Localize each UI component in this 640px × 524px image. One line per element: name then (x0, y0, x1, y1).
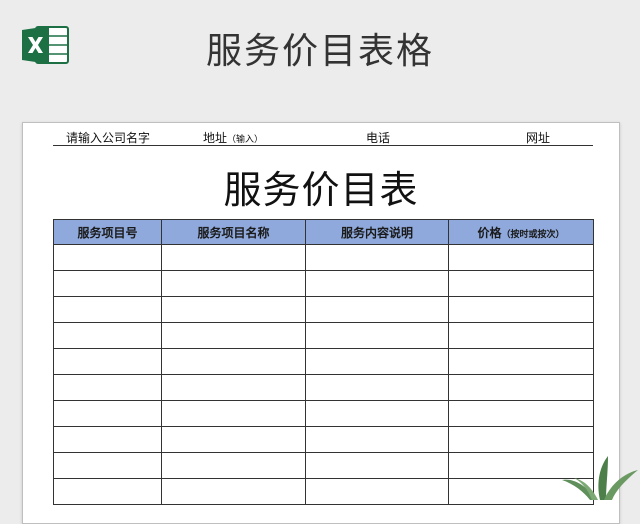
table-cell[interactable] (53, 270, 162, 297)
table-cell[interactable] (53, 400, 162, 427)
table-row (53, 348, 594, 375)
document-title: 服务价目表 (223, 168, 419, 212)
website-field[interactable]: 网址 (483, 129, 593, 146)
table-row (53, 270, 594, 297)
table-row (53, 244, 594, 271)
table-cell[interactable] (305, 426, 449, 453)
table-cell[interactable] (53, 426, 162, 453)
table-cell[interactable] (448, 426, 594, 453)
table-cell[interactable] (305, 400, 449, 427)
column-header-description: 服务内容说明 (305, 219, 449, 245)
table-header-row: 服务项目号 服务项目名称 服务内容说明 价格（按时或按次） (53, 219, 594, 245)
banner-title: 服务价目表格 (205, 31, 434, 72)
table-cell[interactable] (448, 374, 594, 401)
table-cell[interactable] (448, 270, 594, 297)
table-cell[interactable] (448, 296, 594, 323)
table-cell[interactable] (161, 244, 306, 271)
header-info-row: 请输入公司名字 地址（输入） 电话 网址 (53, 129, 593, 146)
column-header-price: 价格（按时或按次） (448, 219, 594, 245)
company-name-field[interactable]: 请输入公司名字 (53, 129, 163, 146)
table-cell[interactable] (161, 296, 306, 323)
table-cell[interactable] (305, 244, 449, 271)
table-cell[interactable] (53, 478, 162, 505)
table-cell[interactable] (305, 322, 449, 349)
table-cell[interactable] (161, 478, 306, 505)
phone-field[interactable]: 电话 (323, 129, 433, 146)
table-row (53, 452, 594, 479)
table-cell[interactable] (161, 452, 306, 479)
table-cell[interactable] (161, 400, 306, 427)
table-cell[interactable] (448, 400, 594, 427)
table-row (53, 478, 594, 505)
column-header-item-number: 服务项目号 (53, 219, 162, 245)
table-cell[interactable] (305, 452, 449, 479)
table-cell[interactable] (161, 348, 306, 375)
table-row (53, 426, 594, 453)
address-field[interactable]: 地址（输入） (163, 129, 303, 146)
table-cell[interactable] (305, 296, 449, 323)
price-table: 服务项目号 服务项目名称 服务内容说明 价格（按时或按次） (53, 219, 594, 505)
table-cell[interactable] (161, 426, 306, 453)
table-cell[interactable] (305, 270, 449, 297)
table-row (53, 296, 594, 323)
table-row (53, 322, 594, 349)
spreadsheet-page: 请输入公司名字 地址（输入） 电话 网址 服务价目表 服务项目号 服务项目名称 … (22, 122, 620, 524)
table-cell[interactable] (305, 478, 449, 505)
address-hint: （输入） (227, 135, 264, 145)
table-cell[interactable] (161, 374, 306, 401)
plant-icon (562, 456, 638, 500)
table-cell[interactable] (305, 374, 449, 401)
table-cell[interactable] (53, 452, 162, 479)
table-cell[interactable] (53, 296, 162, 323)
table-cell[interactable] (53, 322, 162, 349)
table-cell[interactable] (53, 374, 162, 401)
table-cell[interactable] (305, 348, 449, 375)
table-cell[interactable] (161, 270, 306, 297)
address-label: 地址 (202, 131, 227, 145)
table-cell[interactable] (448, 244, 594, 271)
column-header-item-name: 服务项目名称 (161, 219, 306, 245)
table-cell[interactable] (448, 322, 594, 349)
table-row (53, 400, 594, 427)
table-cell[interactable] (161, 322, 306, 349)
table-row (53, 374, 594, 401)
table-cell[interactable] (53, 348, 162, 375)
table-cell[interactable] (53, 244, 162, 271)
table-cell[interactable] (448, 348, 594, 375)
